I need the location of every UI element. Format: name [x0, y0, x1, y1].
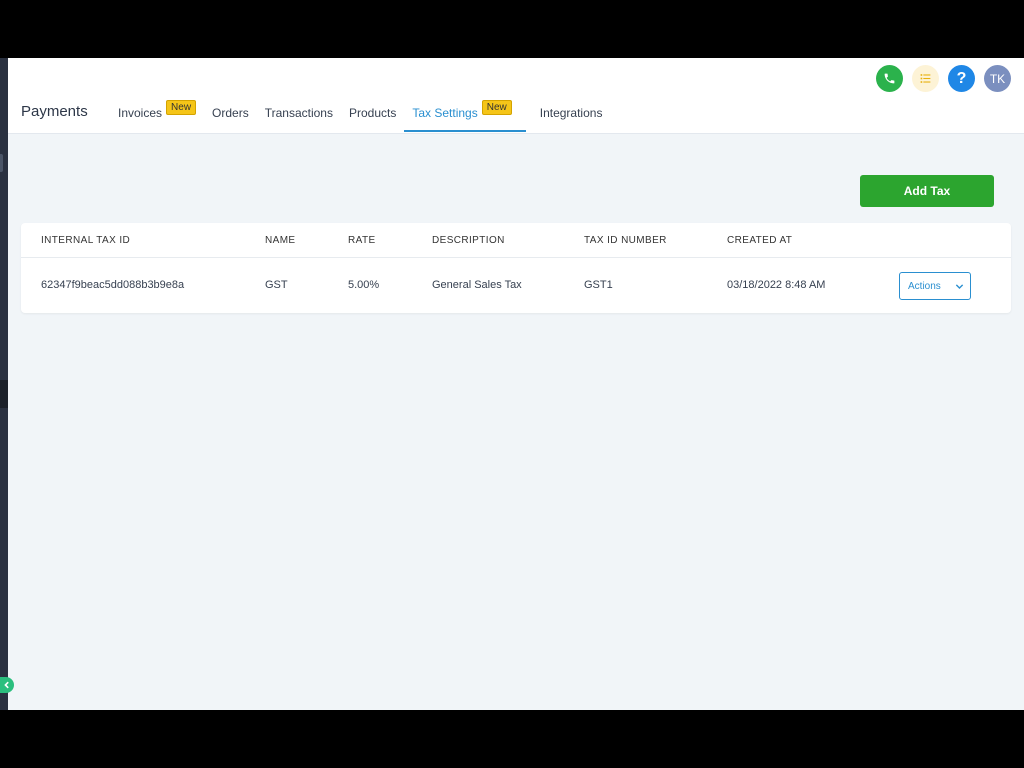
column-header-created-at: CREATED AT [727, 235, 793, 246]
cell-internal-tax-id: 62347f9beac5dd088b3b9e8a [41, 279, 185, 291]
table-row: 62347f9beac5dd088b3b9e8a GST 5.00% Gener… [21, 258, 1011, 313]
screen-bottom-bar [0, 710, 1024, 768]
tab-invoices[interactable]: Invoices New [110, 98, 204, 134]
column-header-name: NAME [265, 235, 296, 246]
tab-tax-settings[interactable]: Tax Settings New [404, 98, 527, 134]
sidebar-notch [0, 154, 3, 172]
tab-transactions[interactable]: Transactions [257, 98, 341, 134]
add-tax-button[interactable]: Add Tax [860, 175, 994, 207]
cell-name: GST [265, 279, 288, 291]
cell-created-at: 03/18/2022 8:48 AM [727, 279, 826, 291]
screen-top-bar [0, 0, 1024, 58]
column-header-tax-id-number: TAX ID NUMBER [584, 235, 667, 246]
avatar[interactable]: TK [984, 65, 1011, 92]
column-header-description: DESCRIPTION [432, 235, 505, 246]
cell-description: General Sales Tax [432, 279, 522, 291]
tab-label: Tax Settings [412, 106, 478, 120]
chevron-left-icon [4, 681, 9, 689]
sidebar-notch [0, 380, 8, 408]
list-icon[interactable] [912, 65, 939, 92]
header-icons: ? TK [876, 65, 1011, 92]
help-icon[interactable]: ? [948, 65, 975, 92]
column-header-internal-tax-id: INTERNAL TAX ID [41, 235, 131, 246]
tab-label: Transactions [264, 106, 333, 120]
cell-rate: 5.00% [348, 279, 380, 291]
tab-label: Orders [212, 106, 249, 120]
column-header-rate: RATE [348, 235, 376, 246]
tab-label: Invoices [118, 106, 163, 120]
page-title: Payments [21, 103, 88, 120]
new-badge: New [481, 100, 512, 115]
page-header: ? TK Payments Invoices New Orders Transa… [8, 58, 1024, 134]
nav-tabs: Invoices New Orders Transactions Product… [110, 98, 610, 134]
table-header: INTERNAL TAX ID NAME RATE DESCRIPTION TA… [21, 223, 1011, 258]
tab-label: Products [348, 106, 397, 120]
actions-dropdown-button[interactable]: Actions [899, 272, 971, 300]
new-badge: New [166, 100, 197, 115]
tab-products[interactable]: Products [341, 98, 404, 134]
phone-icon[interactable] [876, 65, 903, 92]
tab-integrations[interactable]: Integrations [526, 98, 611, 134]
app-window: ? TK Payments Invoices New Orders Transa… [8, 58, 1024, 710]
tab-label: Integrations [539, 106, 603, 120]
left-sidebar-strip [0, 58, 8, 710]
tab-orders[interactable]: Orders [204, 98, 257, 134]
cell-tax-id-number: GST1 [584, 279, 613, 291]
chevron-down-icon [955, 283, 963, 289]
actions-label: Actions [908, 280, 941, 292]
tax-table: INTERNAL TAX ID NAME RATE DESCRIPTION TA… [21, 223, 1011, 313]
